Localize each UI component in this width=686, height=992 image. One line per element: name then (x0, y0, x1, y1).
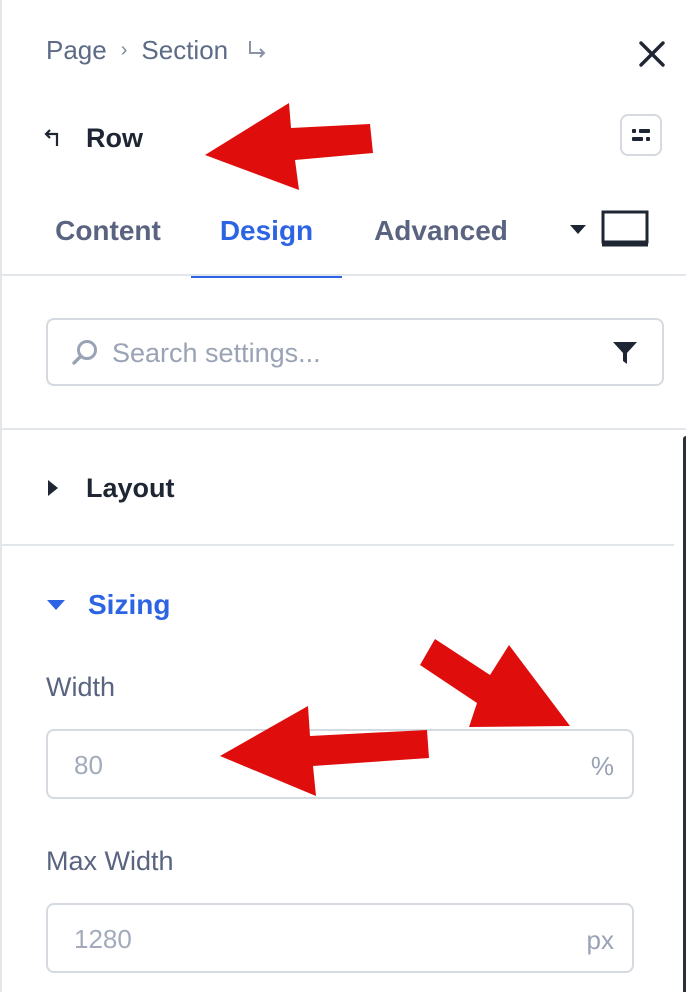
width-label: Width (46, 672, 116, 702)
width-input[interactable] (72, 739, 556, 791)
options-button[interactable] (620, 114, 662, 156)
options-icon (632, 129, 650, 141)
divider (2, 274, 686, 276)
width-field[interactable]: % (46, 729, 634, 799)
element-header: Row (44, 118, 143, 158)
enter-arrow-icon (246, 39, 268, 61)
max-width-input[interactable] (72, 913, 556, 965)
filter-icon[interactable] (610, 338, 640, 368)
caret-right-icon (48, 480, 58, 496)
chevron-right-icon: › (120, 38, 128, 61)
max-width-field[interactable]: px (46, 903, 634, 973)
section-layout-label: Layout (86, 472, 175, 503)
breadcrumb: Page › Section (46, 30, 268, 70)
back-arrow-icon[interactable] (44, 128, 64, 148)
close-button[interactable] (632, 34, 672, 74)
caret-down-icon (570, 225, 586, 234)
tab-design-label: Design (219, 215, 314, 246)
tab-content[interactable]: Content (48, 190, 168, 272)
width-unit[interactable]: % (591, 751, 614, 782)
search-icon (72, 340, 97, 365)
tab-advanced[interactable]: Advanced (368, 190, 514, 272)
device-dropdown[interactable] (568, 210, 660, 247)
max-width-unit[interactable]: px (587, 925, 614, 956)
desktop-icon (601, 210, 649, 247)
tab-design[interactable]: Design (191, 190, 342, 278)
breadcrumb-item-section[interactable]: Section (141, 35, 228, 66)
max-width-label: Max Width (46, 846, 174, 876)
section-sizing-toggle[interactable]: Sizing (2, 578, 674, 632)
breadcrumb-item-page[interactable]: Page (46, 35, 107, 66)
annotation-arrow-unit (420, 639, 570, 727)
section-sizing-label: Sizing (88, 589, 171, 620)
divider (2, 428, 686, 430)
search-input[interactable] (110, 326, 584, 380)
search-box[interactable] (46, 318, 664, 386)
element-title: Row (86, 122, 143, 153)
close-icon (639, 41, 665, 67)
annotation-arrow-row (205, 103, 373, 190)
section-layout-toggle[interactable]: Layout (2, 460, 674, 516)
settings-panel: Page › Section Row Content Design Advanc… (0, 0, 686, 992)
divider (2, 544, 674, 546)
caret-down-icon (47, 600, 65, 610)
